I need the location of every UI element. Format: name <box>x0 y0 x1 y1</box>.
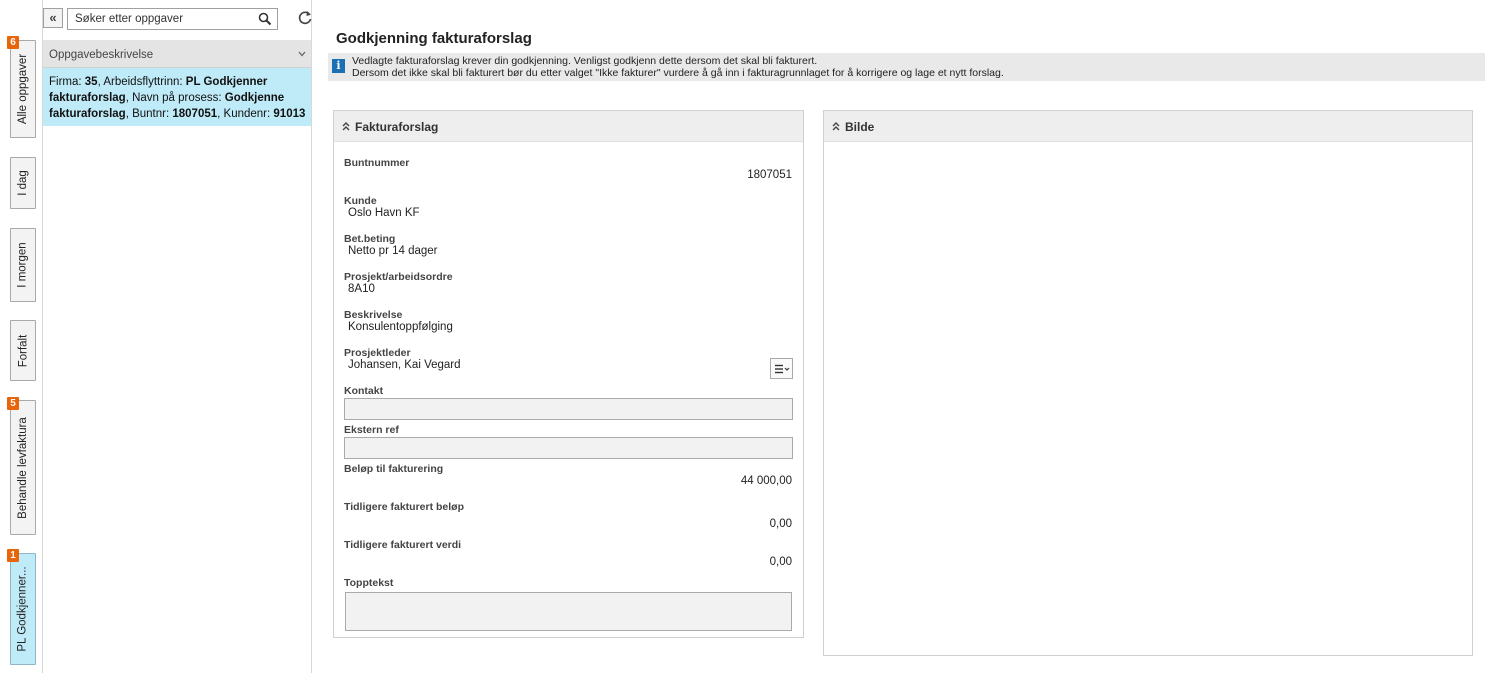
field-label: Beløp til fakturering <box>344 463 444 475</box>
field-value: 0,00 <box>769 518 792 530</box>
field-label: Bet.beting <box>344 233 396 245</box>
supplier-invoice-count-badge: 5 <box>7 397 19 410</box>
task-search-input[interactable] <box>68 9 253 29</box>
task-firma-label: Firma: <box>49 76 85 88</box>
field-value: 44 000,00 <box>740 475 792 487</box>
info-banner: i Vedlagte fakturaforslag krever din god… <box>328 53 1485 81</box>
field-label: Tidligere fakturert verdi <box>344 539 462 551</box>
image-panel: Bilde <box>823 110 1473 656</box>
info-icon: i <box>332 59 345 73</box>
list-menu-icon <box>774 364 789 374</box>
tab-process-supplier-invoice[interactable]: Behandle levfaktura <box>10 400 36 535</box>
task-firma: 35 <box>84 76 98 88</box>
list-item[interactable]: Firma: 35, Arbeidsflyttrinn: PL Godkjenn… <box>43 68 311 126</box>
chevron-up-double-icon[interactable] <box>341 121 351 131</box>
tab-tomorrow[interactable]: I morgen <box>10 228 36 302</box>
image-panel-header[interactable]: Bilde <box>824 111 1472 142</box>
field-label: Kontakt <box>344 385 384 397</box>
task-step-label: , Arbeidsflyttrinn: <box>97 76 186 88</box>
search-icon[interactable] <box>258 12 272 26</box>
tab-pl-approver[interactable]: PL Godkjenner... <box>10 553 36 665</box>
invoice-proposal-panel-header[interactable]: Fakturaforslag <box>334 111 803 142</box>
image-panel-title: Bilde <box>845 120 875 134</box>
tab-overdue-label: Forfalt <box>17 334 29 367</box>
task-search-box <box>67 8 278 30</box>
refresh-icon[interactable] <box>296 9 314 27</box>
app-window: 6 Alle oppgaver I dag I morgen Forfalt 5… <box>0 0 1485 673</box>
field-value: Oslo Havn KF <box>348 207 420 219</box>
main-content: Godkjenning fakturaforslag i Vedlagte fa… <box>322 0 1485 673</box>
field-external-ref: Ekstern ref <box>344 424 794 459</box>
info-text-line-2: Dersom det ikke skal bli fakturert bør d… <box>352 67 1004 79</box>
field-label: Prosjektleder <box>344 347 411 359</box>
tab-pl-approver-label: PL Godkjenner... <box>17 566 29 652</box>
collapse-panel-button[interactable]: « <box>43 8 63 28</box>
task-list-panel: « Oppgavebeskrivelse Firma: 35, Arbeidsf… <box>42 0 312 673</box>
field-value: 1807051 <box>747 169 792 181</box>
project-manager-menu-button[interactable] <box>770 358 793 379</box>
task-filter-rail: 6 Alle oppgaver I dag I morgen Forfalt 5… <box>0 0 42 673</box>
field-batch-number: Buntnummer 1807051 <box>344 157 794 181</box>
pl-approver-count-badge: 1 <box>7 549 19 562</box>
field-customer: Kunde Oslo Havn KF <box>344 195 794 219</box>
field-amount-to-invoice: Beløp til fakturering 44 000,00 <box>344 463 794 487</box>
task-batch: 1807051 <box>172 108 218 120</box>
tab-today-label: I dag <box>17 170 30 196</box>
external-ref-input[interactable] <box>344 437 793 459</box>
task-process-label: , Navn på prosess: <box>125 92 225 104</box>
field-project-manager: Prosjektleder Johansen, Kai Vegard <box>344 347 794 371</box>
field-label: Buntnummer <box>344 157 410 169</box>
task-list-header-label: Oppgavebeskrivelse <box>49 49 154 61</box>
all-tasks-count-badge: 6 <box>7 36 19 49</box>
field-label: Ekstern ref <box>344 424 399 436</box>
tab-all-tasks-label: Alle oppgaver <box>17 53 30 125</box>
field-label: Tidligere fakturert beløp <box>344 501 464 513</box>
chevron-down-icon[interactable] <box>297 49 307 59</box>
tab-all-tasks[interactable]: Alle oppgaver <box>10 40 36 138</box>
header-text-area[interactable] <box>345 592 792 631</box>
task-customer: 91013 <box>273 108 306 120</box>
field-previously-invoiced-amount: Tidligere fakturert beløp 0,00 <box>344 501 794 530</box>
tab-tomorrow-label: I morgen <box>17 242 30 288</box>
page-title: Godkjenning fakturaforslag <box>336 30 532 47</box>
field-label: Beskrivelse <box>344 309 403 321</box>
field-header-text: Topptekst <box>344 577 794 631</box>
contact-input[interactable] <box>344 398 793 420</box>
field-project: Prosjekt/arbeidsordre 8A10 <box>344 271 794 295</box>
field-value: 0,00 <box>769 556 792 568</box>
invoice-proposal-panel-title: Fakturaforslag <box>355 120 439 134</box>
task-batch-label: , Buntnr: <box>125 108 173 120</box>
task-list-header[interactable]: Oppgavebeskrivelse <box>43 40 311 68</box>
info-text-line-1: Vedlagte fakturaforslag krever din godkj… <box>352 55 818 67</box>
field-previously-invoiced-value: Tidligere fakturert verdi 0,00 <box>344 539 794 568</box>
task-customer-label: , Kundenr: <box>217 108 274 120</box>
chevron-up-double-icon[interactable] <box>831 121 841 131</box>
field-payment-terms: Bet.beting Netto pr 14 dager <box>344 233 794 257</box>
field-value: Konsulentoppfølging <box>348 321 453 333</box>
field-value: Netto pr 14 dager <box>348 245 438 257</box>
field-label: Prosjekt/arbeidsordre <box>344 271 453 283</box>
field-value: Johansen, Kai Vegard <box>348 359 461 371</box>
field-label: Topptekst <box>344 577 394 589</box>
tab-today[interactable]: I dag <box>10 157 36 209</box>
field-label: Kunde <box>344 195 377 207</box>
tab-overdue[interactable]: Forfalt <box>10 320 36 381</box>
invoice-proposal-panel: Fakturaforslag Buntnummer 1807051 Kunde … <box>333 110 804 638</box>
field-description: Beskrivelse Konsulentoppfølging <box>344 309 794 333</box>
field-value: 8A10 <box>348 283 375 295</box>
tab-process-supplier-invoice-label: Behandle levfaktura <box>17 416 29 519</box>
field-contact: Kontakt <box>344 385 794 420</box>
